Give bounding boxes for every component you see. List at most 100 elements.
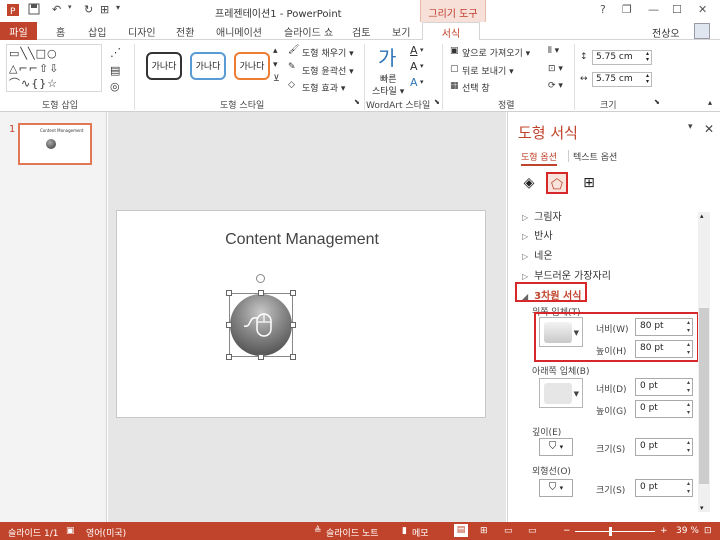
spinner-icon[interactable]: ▴ ▾ [646,73,649,85]
tab-view[interactable]: 보기 [392,24,410,39]
customize-toolbar-icon[interactable]: ▾ [116,3,120,12]
resize-handle[interactable] [258,354,264,360]
close-icon[interactable]: ✕ [704,122,714,136]
text-effects-dropdown-icon[interactable]: ▾ [420,78,424,86]
tab-insert[interactable]: 삽입 [88,24,106,39]
text-box-icon[interactable]: ▤ [110,64,120,77]
tab-design[interactable]: 디자인 [128,24,156,39]
section-shadow[interactable]: ▷ 그림자 [522,208,562,223]
tab-review[interactable]: 검토 [352,24,370,39]
scrollbar-thumb[interactable] [699,308,709,484]
spinner-icon[interactable]: ▴ ▾ [687,439,690,455]
tab-file[interactable]: 파일 [0,22,37,40]
selection-pane-button[interactable]: 선택 창 [462,81,490,94]
contour-color-button[interactable]: ⛉ ▾ [539,479,573,497]
scroll-down-icon[interactable]: ▾ [700,504,704,512]
gallery-scroll-up-icon[interactable]: ▴ [273,46,278,56]
ribbon-display-options-icon[interactable]: ❐ [622,3,632,16]
spinner-icon[interactable]: ▴ ▾ [687,379,690,395]
undo-dropdown-icon[interactable]: ▾ [68,3,72,11]
notes-button[interactable]: 슬라이드 노트 [326,526,379,539]
help-icon[interactable]: ? [600,3,606,16]
gallery-scroll-down-icon[interactable]: ▾ [273,60,278,70]
bottom-width-input[interactable]: 0 pt ▴ ▾ [635,378,693,396]
merge-shapes-icon[interactable]: ◎ [110,80,120,93]
slide-thumbnail[interactable]: Content Management [18,123,92,165]
undo-icon[interactable]: ↶ [52,3,61,16]
normal-view-icon[interactable]: ▤ [454,524,468,537]
tab-shape-options[interactable]: 도형 옵션 [521,150,557,166]
effects-pentagon-icon[interactable]: ⬠ [546,172,568,194]
fit-to-window-icon[interactable]: ⊡ [704,526,712,536]
zoom-slider-knob[interactable] [609,527,612,536]
slide-canvas[interactable]: Content Management [116,210,486,418]
slideshow-icon[interactable]: ▭ [528,526,537,536]
tab-animations[interactable]: 애니메이션 [216,24,262,39]
comments-button[interactable]: 메모 [412,526,429,539]
user-name[interactable]: 전상오 [652,25,680,40]
minimize-button[interactable]: — [648,3,659,16]
save-icon[interactable] [28,3,40,18]
pane-scrollbar[interactable]: ▴ ▾ [698,212,710,512]
selected-shape[interactable] [226,274,296,360]
pane-options-icon[interactable]: ▾ [688,122,693,132]
dialog-launcher-icon[interactable]: ⬊ [354,98,360,106]
resize-handle[interactable] [226,354,232,360]
edit-shape-icon[interactable]: ⋰ [110,46,121,59]
zoom-level[interactable]: 39 % [676,526,699,536]
tab-text-options[interactable]: 텍스트 옵션 [573,150,617,163]
text-effects-icon[interactable]: A [410,76,418,89]
shape-fill-button[interactable]: 도형 채우기 ▾ [302,46,354,59]
spinner-icon[interactable]: ▴ ▾ [687,480,690,496]
gallery-more-icon[interactable]: ⊻ [273,74,280,84]
sphere-shape[interactable] [230,294,292,356]
zoom-slider[interactable] [575,531,655,532]
section-soft-edges[interactable]: ▷ 부드러운 가장자리 [522,267,611,282]
depth-size-input[interactable]: 0 pt ▴ ▾ [635,438,693,456]
shape-style-3[interactable]: 가나다 [234,52,270,80]
size-properties-icon[interactable]: ⊞ [578,172,600,194]
zoom-out-icon[interactable]: − [563,526,571,536]
shape-style-2[interactable]: 가나다 [190,52,226,80]
shape-effects-button[interactable]: 도형 효과 ▾ [302,81,345,94]
contour-size-input[interactable]: 0 pt ▴ ▾ [635,479,693,497]
resize-handle[interactable] [226,322,232,328]
resize-handle[interactable] [290,354,296,360]
bottom-bevel-picker[interactable]: ▼ [539,378,583,408]
section-reflection[interactable]: ▷ 반사 [522,227,553,242]
tab-slideshow[interactable]: 슬라이드 쇼 [284,24,333,39]
shape-gallery[interactable]: ▭╲╲□○ △⌐⌐⇧⇩ ⌒∿{}☆ [6,44,102,92]
align-icon[interactable]: ⫴ ▾ [548,46,559,56]
spinner-icon[interactable]: ▴ ▾ [687,401,690,417]
reading-view-icon[interactable]: ▭ [504,526,513,536]
shape-height-input[interactable]: 5.75 cm ▴ ▾ [592,50,652,65]
rotate-handle[interactable] [256,274,265,283]
text-outline-icon[interactable]: A [410,60,418,73]
shape-width-input[interactable]: 5.75 cm ▴ ▾ [592,72,652,87]
slide-title[interactable]: Content Management [117,231,487,249]
slide-sorter-icon[interactable]: ⊞ [480,526,488,536]
section-glow[interactable]: ▷ 네온 [522,247,553,262]
language-indicator[interactable]: 영어(미국) [86,526,126,539]
scroll-up-icon[interactable]: ▴ [700,212,704,220]
spelling-icon[interactable]: ▣ [66,526,75,536]
text-fill-dropdown-icon[interactable]: ▾ [420,46,424,54]
quick-styles-glyph[interactable]: 가 [378,42,396,71]
wordart-dialog-launcher-icon[interactable]: ⬊ [434,98,440,106]
close-button[interactable]: ✕ [698,3,707,16]
bottom-height-input[interactable]: 0 pt ▴ ▾ [635,400,693,418]
zoom-in-icon[interactable]: + [660,526,668,536]
send-backward-button[interactable]: 뒤로 보내기 ▾ [462,64,514,77]
rotate-icon[interactable]: ⟳ ▾ [548,81,563,91]
shape-outline-button[interactable]: 도형 윤곽선 ▾ [302,64,354,77]
tab-home[interactable]: 홈 [56,24,65,39]
text-fill-icon[interactable]: A [410,44,418,57]
start-from-beginning-icon[interactable]: ⊞ [100,3,109,16]
avatar[interactable] [694,23,710,39]
text-outline-dropdown-icon[interactable]: ▾ [420,62,424,70]
resize-handle[interactable] [290,322,296,328]
group-icon[interactable]: ⊡ ▾ [548,64,563,74]
bring-forward-button[interactable]: 앞으로 가져오기 ▾ [462,46,530,59]
collapse-ribbon-icon[interactable]: ▴ [708,98,712,107]
quick-styles-label-2[interactable]: 스타일 ▾ [372,84,404,97]
